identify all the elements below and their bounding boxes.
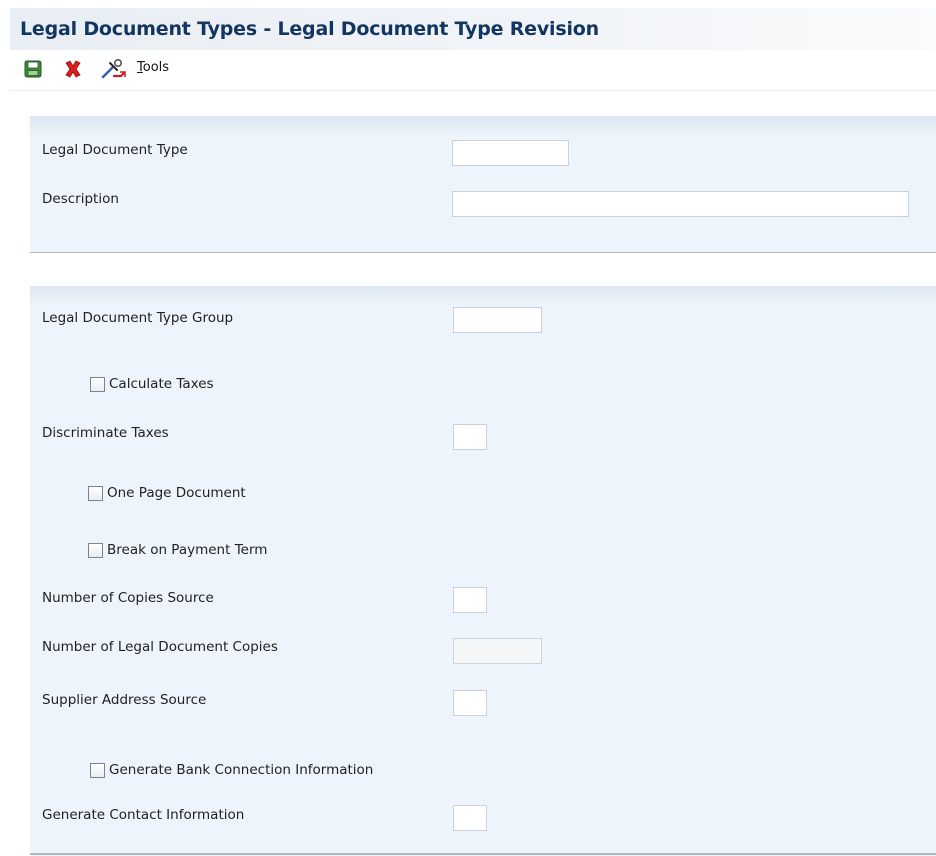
toolbar: Tools: [10, 50, 936, 91]
number-of-copies-source-input[interactable]: [453, 587, 487, 613]
calculate-taxes-checkbox[interactable]: Calculate Taxes: [90, 376, 214, 392]
description-label: Description: [42, 191, 119, 207]
number-of-legal-document-copies-label: Number of Legal Document Copies: [42, 639, 278, 655]
section-divider: [30, 853, 936, 855]
legal-document-type-group-label: Legal Document Type Group: [42, 310, 234, 326]
tools-icon[interactable]: [100, 58, 128, 80]
one-page-document-checkbox[interactable]: One Page Document: [88, 485, 246, 501]
legal-document-type-group-input[interactable]: [453, 307, 542, 333]
number-of-copies-source-label: Number of Copies Source: [42, 590, 214, 606]
supplier-address-source-label: Supplier Address Source: [42, 692, 207, 708]
discriminate-taxes-input[interactable]: [453, 424, 487, 450]
legal-document-type-label: Legal Document Type: [42, 142, 188, 158]
generate-contact-information-label: Generate Contact Information: [42, 807, 245, 823]
tools-menu-label: ools: [142, 60, 170, 75]
generate-bank-connection-information-label: Generate Bank Connection Information: [109, 762, 374, 778]
calculate-taxes-label: Calculate Taxes: [109, 376, 214, 392]
generate-contact-information-input[interactable]: [453, 805, 487, 831]
title-bar: Legal Document Types - Legal Document Ty…: [10, 8, 936, 50]
discriminate-taxes-label: Discriminate Taxes: [42, 425, 169, 441]
number-of-legal-document-copies-input: [453, 638, 542, 664]
one-page-document-label: One Page Document: [107, 485, 246, 501]
page-title: Legal Document Types - Legal Document Ty…: [20, 18, 599, 40]
checkbox-box[interactable]: [88, 485, 103, 501]
section-band: [30, 116, 936, 136]
break-on-payment-term-label: Break on Payment Term: [107, 542, 268, 558]
checkbox-box[interactable]: [90, 376, 105, 392]
header-section: [30, 116, 936, 253]
break-on-payment-term-checkbox[interactable]: Break on Payment Term: [88, 542, 267, 558]
description-input[interactable]: [452, 191, 909, 217]
section-band: [30, 286, 936, 306]
checkbox-box[interactable]: [88, 542, 103, 558]
legal-document-type-input[interactable]: [452, 140, 569, 166]
checkbox-box[interactable]: [90, 762, 105, 778]
generate-bank-connection-information-checkbox[interactable]: Generate Bank Connection Information: [90, 762, 373, 778]
supplier-address-source-input[interactable]: [453, 690, 487, 716]
save-icon[interactable]: [22, 58, 44, 80]
tools-menu[interactable]: Tools: [137, 60, 169, 75]
close-icon[interactable]: [62, 58, 84, 80]
